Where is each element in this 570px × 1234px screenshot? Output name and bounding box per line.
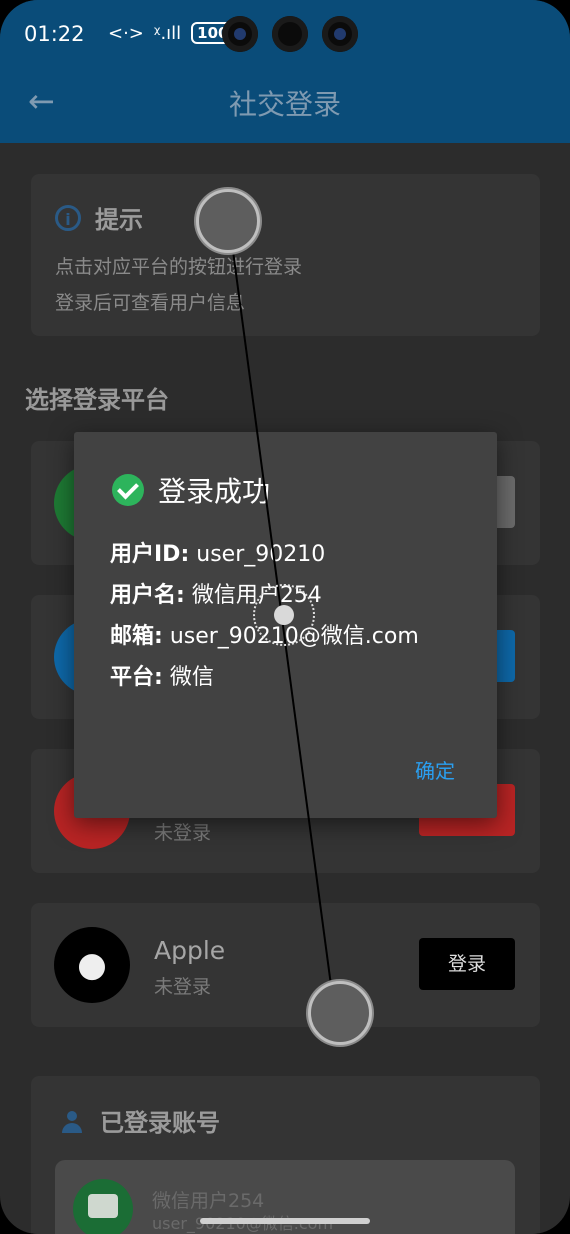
row-label: 用户ID: [110,542,190,567]
status-time: 01:22 [24,22,85,46]
logged-accounts-title: 已登录账号 [60,1103,220,1138]
row-value: 微信 [169,665,214,690]
platform-status: 未登录 [154,822,212,844]
app-bar: 01:22 <·> ᵡ.ıll 100 ← 社交登录 [0,0,570,143]
camera-icon [222,16,258,52]
camera-cutout [222,16,358,52]
touch-start-indicator [196,189,260,253]
info-icon: i [55,204,81,231]
row-value: user_90210 [196,542,326,567]
dialog-row-user-id: 用户ID: user_90210 [110,536,325,568]
home-indicator[interactable] [200,1218,370,1224]
dialog-row-platform: 平台: 微信 [110,659,214,691]
tip-line: 登录后可查看用户信息 [55,292,246,314]
phone-screen: 01:22 <·> ᵡ.ıll 100 ← 社交登录 i 提示 点击对应平台的按… [0,0,570,1234]
camera-icon [322,16,358,52]
logged-title-text: 已登录账号 [100,1109,220,1137]
touch-point-indicator [274,605,294,625]
page-title: 社交登录 [228,88,341,121]
tip-line: 点击对应平台的按钮进行登录 [55,256,303,278]
platform-status: 未登录 [154,976,212,998]
section-title: 选择登录平台 [25,386,169,414]
camera-icon [272,16,308,52]
platform-name: Apple [154,936,226,965]
status-icons: <·> ᵡ.ıll 100 [108,22,235,44]
row-label: 邮箱: [110,624,163,649]
tip-title-text: 提示 [95,206,143,234]
row-label: 平台: [110,665,163,690]
tip-title: i 提示 [55,200,143,235]
check-circle-icon [112,474,144,506]
apple-logo-icon: ● [54,927,130,1003]
account-name: 微信用户254 [152,1190,265,1212]
dialog-title: 登录成功 [112,470,270,510]
apple-login-button[interactable]: 登录 [419,938,515,990]
signal-icon: ᵡ.ıll [153,22,182,44]
chat-bubble-icon [88,1194,118,1218]
network-icon: <·> [108,22,144,44]
touch-end-indicator [308,981,372,1045]
dialog-title-text: 登录成功 [158,475,271,508]
dialog-ok-button[interactable]: 确定 [402,756,468,786]
row-label: 用户名: [110,583,185,608]
person-icon [60,1109,84,1133]
